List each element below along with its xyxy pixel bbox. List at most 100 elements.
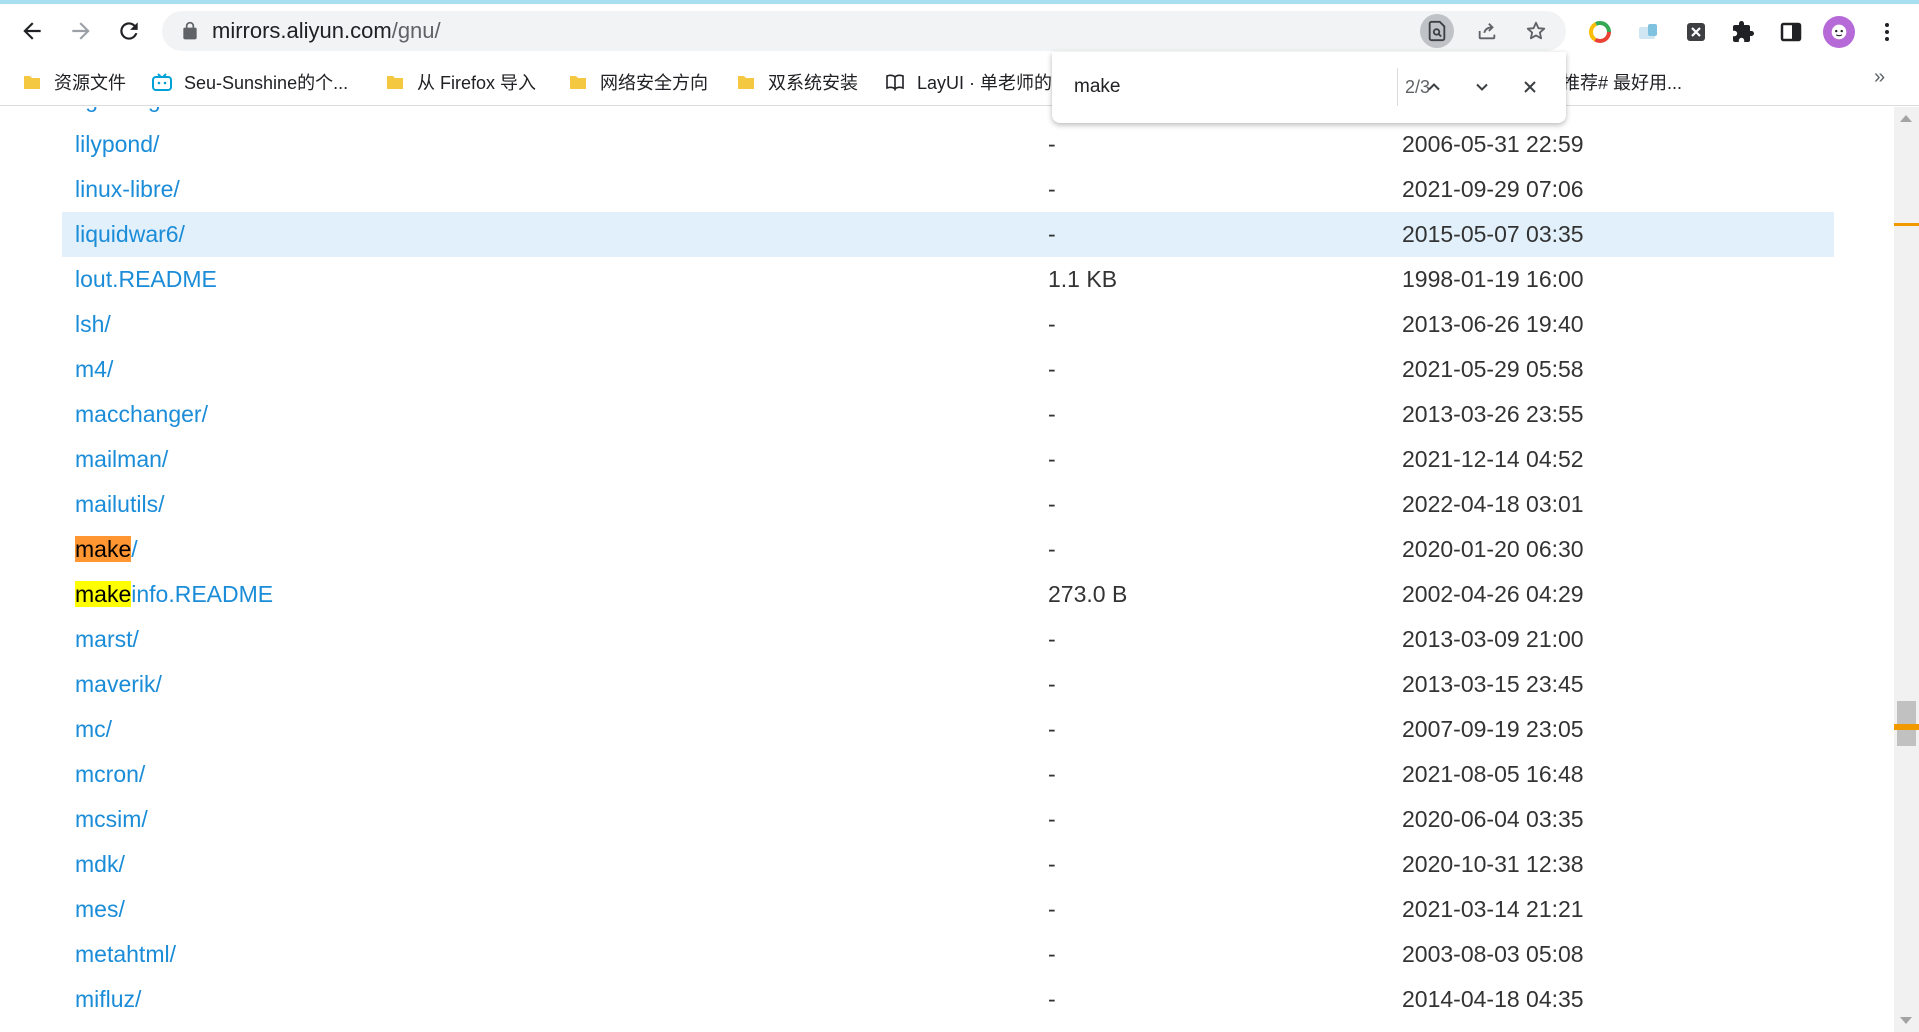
file-link[interactable]: lout.README	[75, 257, 217, 302]
file-link[interactable]: macchanger/	[75, 392, 208, 437]
listing-row: m4/ - 2021-05-29 05:58	[62, 347, 1834, 392]
bookmark-item[interactable]: 网络安全方向	[568, 68, 708, 96]
chevron-up-icon	[1428, 83, 1440, 91]
file-date: 2021-05-29 05:58	[1402, 356, 1584, 382]
file-size: -	[1048, 536, 1056, 562]
file-size: -	[1048, 671, 1056, 697]
file-link[interactable]: maverik/	[75, 662, 162, 707]
url-host: mirrors.aliyun.com	[212, 18, 392, 43]
file-size: -	[1048, 491, 1056, 517]
file-link[interactable]: mdk/	[75, 842, 125, 887]
file-link[interactable]: lightning/	[75, 107, 167, 122]
bookmark-label: LayUI · 单老师的	[917, 73, 1053, 93]
side-panel-button[interactable]	[1775, 16, 1807, 48]
bilibili-icon	[152, 73, 172, 91]
file-date: 2007-09-19 23:05	[1402, 716, 1584, 742]
listing-row: mcron/ - 2021-08-05 16:48	[62, 752, 1834, 797]
directory-listing: lightning/-2019-03-19 03:00lilypond/ - 200…	[0, 107, 1894, 1032]
bookmark-label: 从 Firefox 导入	[417, 73, 537, 93]
listing-row: lightning/-2019-03-19 03:00	[62, 107, 1834, 122]
file-date: 2006-05-31 22:59	[1402, 131, 1584, 157]
url-path: /gnu/	[391, 18, 441, 43]
file-size: -	[1048, 986, 1056, 1012]
chevron-down-icon	[1476, 83, 1488, 91]
file-size: -	[1048, 851, 1056, 877]
listing-row: macchanger/ - 2013-03-26 23:55	[62, 392, 1834, 437]
kebab-menu-icon	[1885, 23, 1889, 41]
address-bar[interactable]: mirrors.aliyun.com/gnu/	[162, 11, 1566, 51]
extension-card-button[interactable]	[1632, 16, 1664, 48]
file-size: -	[1048, 716, 1056, 742]
book-icon	[886, 74, 904, 91]
bookmark-item[interactable]: LayUI · 单老师的	[885, 68, 1052, 96]
file-link[interactable]: mcsim/	[75, 797, 148, 842]
find-bar: 2/3	[1052, 52, 1566, 123]
file-link[interactable]: mailutils/	[75, 482, 164, 527]
file-link[interactable]: mailman/	[75, 437, 168, 482]
scrollbar-match-marker	[1894, 727, 1919, 730]
share-button[interactable]	[1470, 14, 1504, 48]
chrome-ring-icon	[1589, 21, 1611, 43]
bookmark-item[interactable]: 双系统安装	[736, 68, 858, 96]
bookmark-label: 双系统安装	[768, 73, 858, 93]
vertical-scrollbar[interactable]	[1894, 107, 1919, 1032]
bookmarks-overflow-button[interactable]: »	[1874, 66, 1885, 89]
file-date: 2015-05-07 03:35	[1402, 221, 1584, 247]
file-link[interactable]: makeinfo.README	[75, 572, 273, 617]
listing-row: mes/ - 2021-03-14 21:21	[62, 887, 1834, 932]
lock-icon[interactable]	[180, 21, 200, 41]
file-link[interactable]: mes/	[75, 887, 125, 932]
back-button[interactable]	[12, 11, 52, 51]
bookmark-label: 推荐# 最好用...	[1562, 73, 1683, 93]
listing-row: makeinfo.README 273.0 B 2002-04-26 04:29	[62, 572, 1834, 617]
find-input[interactable]	[1074, 70, 1344, 104]
file-link[interactable]: marst/	[75, 617, 139, 662]
browser-menu-button[interactable]	[1871, 16, 1903, 48]
find-in-page-button[interactable]	[1420, 14, 1454, 48]
file-size: -	[1048, 626, 1056, 652]
extension-chrome-button[interactable]	[1584, 16, 1616, 48]
file-size: -	[1048, 221, 1056, 247]
file-date: 2021-08-05 16:48	[1402, 761, 1584, 787]
file-link[interactable]: lsh/	[75, 302, 111, 347]
bookmark-star-button[interactable]	[1519, 14, 1553, 48]
reload-button[interactable]	[109, 11, 149, 51]
file-date: 2020-06-04 03:35	[1402, 806, 1584, 832]
listing-row: lilypond/ - 2006-05-31 22:59	[62, 122, 1834, 167]
find-close-button[interactable]	[1513, 70, 1547, 104]
url-text[interactable]: mirrors.aliyun.com/gnu/	[212, 11, 441, 51]
file-size: -	[1048, 806, 1056, 832]
file-link[interactable]: mifluz/	[75, 977, 141, 1022]
file-link-rest: info.README	[131, 581, 274, 607]
find-divider	[1397, 68, 1398, 106]
profile-avatar[interactable]	[1823, 16, 1855, 48]
file-link[interactable]: m4/	[75, 347, 113, 392]
bookmark-item[interactable]: Seu-Sunshine的个...	[152, 68, 348, 96]
listing-row: mifluz/ - 2014-04-18 04:35	[62, 977, 1834, 1022]
file-link[interactable]: make/	[75, 527, 138, 572]
folder-icon	[24, 76, 40, 89]
extensions-button[interactable]	[1727, 16, 1759, 48]
file-link[interactable]: liquidwar6/	[75, 212, 185, 257]
file-link[interactable]: mc/	[75, 707, 112, 752]
folder-icon	[387, 76, 403, 89]
bookmark-item[interactable]: 推荐# 最好用...	[1562, 68, 1682, 96]
forward-button[interactable]	[61, 11, 101, 51]
bookmark-item[interactable]: 从 Firefox 导入	[385, 68, 536, 96]
scroll-down-arrow-icon[interactable]	[1900, 1017, 1912, 1024]
listing-row: marst/ - 2013-03-09 21:00	[62, 617, 1834, 662]
file-size: -	[1048, 401, 1056, 427]
find-previous-button[interactable]	[1417, 70, 1451, 104]
extension-x-button[interactable]	[1680, 16, 1712, 48]
file-link[interactable]: mcron/	[75, 752, 145, 797]
find-next-button[interactable]	[1465, 70, 1499, 104]
listing-row: make/ - 2020-01-20 06:30	[62, 527, 1834, 572]
listing-row: lout.README 1.1 KB 1998-01-19 16:00	[62, 257, 1834, 302]
file-date: 2021-09-29 07:06	[1402, 176, 1584, 202]
file-link[interactable]: lilypond/	[75, 122, 159, 167]
file-link[interactable]: metahtml/	[75, 932, 176, 977]
bookmark-item[interactable]: 资源文件	[22, 68, 126, 96]
scroll-up-arrow-icon[interactable]	[1900, 115, 1912, 122]
close-icon	[1524, 81, 1536, 93]
file-link[interactable]: linux-libre/	[75, 167, 180, 212]
